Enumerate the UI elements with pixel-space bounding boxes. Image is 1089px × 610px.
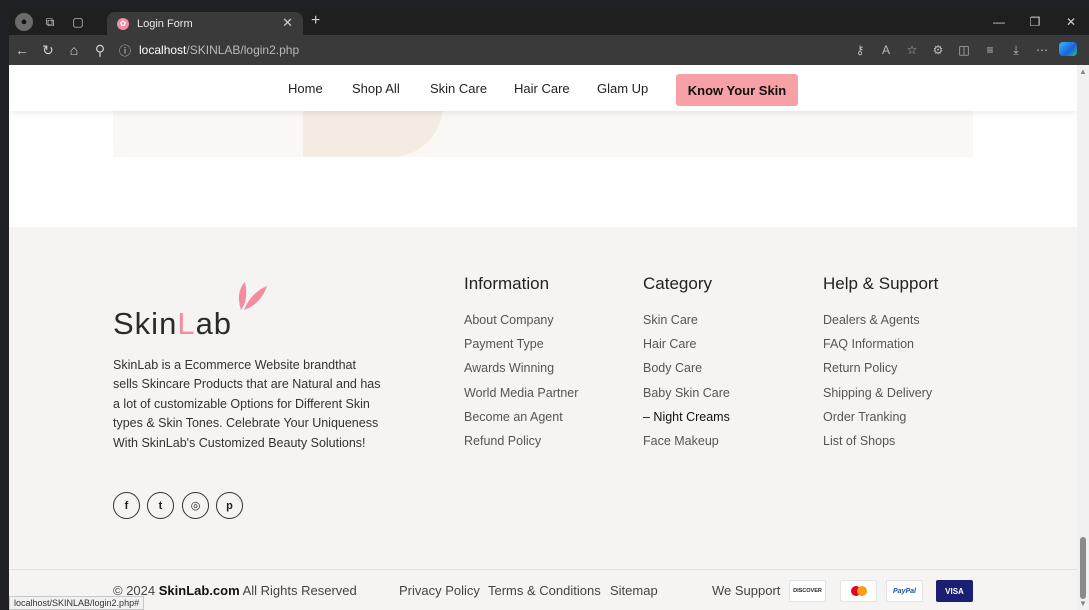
category-links: Skin Care Hair Care Body Care Baby Skin … (643, 311, 730, 456)
profile-avatar[interactable]: ● (15, 13, 33, 31)
site-navbar: Home Shop All Skin Care Hair Care Glam U… (9, 65, 1077, 111)
footer-link[interactable]: Skin Care (643, 311, 730, 335)
key-icon[interactable]: ⚷ (847, 43, 873, 57)
twitter-icon[interactable]: t (147, 492, 174, 519)
favorites-icon[interactable]: ≡ (977, 43, 1003, 57)
footer-link[interactable]: FAQ Information (823, 335, 932, 359)
copyright-brand[interactable]: SkinLab.com (159, 583, 240, 598)
web-page: Home Shop All Skin Care Hair Care Glam U… (9, 65, 1077, 610)
scrollbar-thumb[interactable] (1080, 537, 1086, 599)
scroll-up-arrow-icon[interactable]: ▲ (1079, 67, 1087, 76)
terms-link[interactable]: Terms & Conditions (488, 583, 601, 598)
copilot-icon[interactable] (1055, 41, 1081, 59)
instagram-icon[interactable]: ◎ (182, 492, 209, 519)
home-icon[interactable]: ⌂ (61, 42, 87, 58)
close-window-icon[interactable]: ✕ (1053, 9, 1089, 35)
footer-link[interactable]: About Company (464, 311, 578, 335)
footer-link[interactable]: Return Policy (823, 359, 932, 383)
footer-link[interactable]: Dealers & Agents (823, 311, 932, 335)
facebook-icon[interactable]: f (113, 492, 140, 519)
nav-shop-all[interactable]: Shop All (352, 81, 400, 96)
split-screen-icon[interactable]: ◫ (951, 43, 977, 57)
scroll-down-arrow-icon[interactable]: ▼ (1079, 599, 1087, 608)
category-heading: Category (643, 274, 712, 293)
workspaces-icon[interactable]: ⧉ (39, 11, 61, 33)
footer-link[interactable]: Awards Winning (464, 359, 578, 383)
discover-card-icon: DISCOVER (789, 580, 826, 602)
skinlab-logo[interactable]: SkinLab (113, 276, 293, 341)
browser-window: ● ⧉ ▢ ✿ Login Form ✕ + — ❐ ✕ ← ↻ ⌂ ⚲ ⓘ l… (9, 9, 1089, 610)
help-support-links: Dealers & Agents FAQ Information Return … (823, 311, 932, 456)
copyright-text: © 2024 SkinLab.com All Rights Reserved (113, 583, 357, 598)
footer-link[interactable]: Baby Skin Care (643, 384, 730, 408)
read-aloud-icon[interactable]: A (873, 43, 899, 57)
downloads-icon[interactable]: ⤓ (1003, 43, 1029, 58)
url-host: localhost (139, 43, 187, 57)
close-tab-icon[interactable]: ✕ (282, 15, 293, 31)
know-your-skin-button[interactable]: Know Your Skin (676, 74, 798, 106)
site-footer: SkinLab SkinLab is a Ecommerce Website b… (9, 227, 1077, 610)
url-path: /SKINLAB/login2.php (186, 43, 300, 57)
footer-link[interactable]: Body Care (643, 359, 730, 383)
page-scrollbar[interactable]: ▲ ▼ (1077, 65, 1089, 610)
pinterest-icon[interactable]: p (216, 492, 243, 519)
paypal-icon: PayPal (886, 580, 923, 602)
url-field[interactable]: ⓘ localhost/SKINLAB/login2.php (119, 39, 299, 61)
mastercard-icon (840, 580, 877, 602)
we-support-label: We Support (712, 583, 781, 598)
footer-link[interactable]: Face Makeup (643, 432, 730, 456)
tab-actions-icon[interactable]: ▢ (67, 11, 89, 33)
nav-glam-up[interactable]: Glam Up (597, 81, 648, 96)
nav-hair-care[interactable]: Hair Care (514, 81, 570, 96)
footer-link[interactable]: List of Shops (823, 432, 932, 456)
leaf-logo-icon (238, 282, 267, 310)
nav-home[interactable]: Home (288, 81, 323, 96)
new-tab-icon[interactable]: + (311, 12, 320, 30)
information-heading: Information (464, 274, 550, 293)
more-icon[interactable]: ⋯ (1029, 43, 1055, 57)
active-tab[interactable]: ✿ Login Form ✕ (107, 12, 303, 35)
footer-link[interactable]: World Media Partner (464, 384, 578, 408)
footer-link[interactable]: Refund Policy (464, 432, 578, 456)
back-icon[interactable]: ← (9, 42, 35, 58)
address-bar: ← ↻ ⌂ ⚲ ⓘ localhost/SKINLAB/login2.php ⚷… (9, 35, 1089, 65)
link-status-bar: localhost/SKINLAB/login2.php# (9, 596, 145, 610)
restore-icon[interactable]: ❐ (1017, 9, 1053, 35)
help-support-heading: Help & Support (823, 274, 939, 293)
brand-description: SkinLab is a Ecommerce Website brandthat… (113, 358, 381, 450)
tab-strip: ● ⧉ ▢ ✿ Login Form ✕ + — ❐ ✕ (9, 9, 1089, 35)
footer-link-hovered[interactable]: – Night Creams (643, 408, 730, 432)
footer-link[interactable]: Payment Type (464, 335, 578, 359)
site-info-icon[interactable]: ⓘ (119, 42, 131, 59)
privacy-policy-link[interactable]: Privacy Policy (399, 583, 480, 598)
footer-link[interactable]: Order Tranking (823, 408, 932, 432)
visa-card-icon: VISA (936, 580, 973, 602)
window-controls: — ❐ ✕ (981, 9, 1089, 35)
minimize-icon[interactable]: — (981, 9, 1017, 35)
logo-wordmark: SkinLab (113, 306, 233, 341)
footer-link[interactable]: Become an Agent (464, 408, 578, 432)
banner-decoration (303, 105, 443, 157)
footer-link[interactable]: Hair Care (643, 335, 730, 359)
search-icon[interactable]: ⚲ (87, 42, 113, 59)
banner-image-bottom (113, 105, 973, 157)
browser-toolbar: ⚷ A ☆ ⚙ ◫ ≡ ⤓ ⋯ (847, 35, 1081, 65)
footer-link[interactable]: Shipping & Delivery (823, 384, 932, 408)
information-links: About Company Payment Type Awards Winnin… (464, 311, 578, 456)
tab-title: Login Form (137, 17, 193, 30)
skinlab-favicon-icon: ✿ (117, 17, 129, 30)
refresh-icon[interactable]: ↻ (35, 42, 61, 59)
favorite-star-icon[interactable]: ☆ (899, 43, 925, 57)
extensions-icon[interactable]: ⚙ (925, 43, 951, 57)
footer-bottom-bar: © 2024 SkinLab.com All Rights Reserved P… (9, 569, 1077, 610)
sitemap-link[interactable]: Sitemap (610, 583, 658, 598)
nav-skin-care[interactable]: Skin Care (430, 81, 487, 96)
